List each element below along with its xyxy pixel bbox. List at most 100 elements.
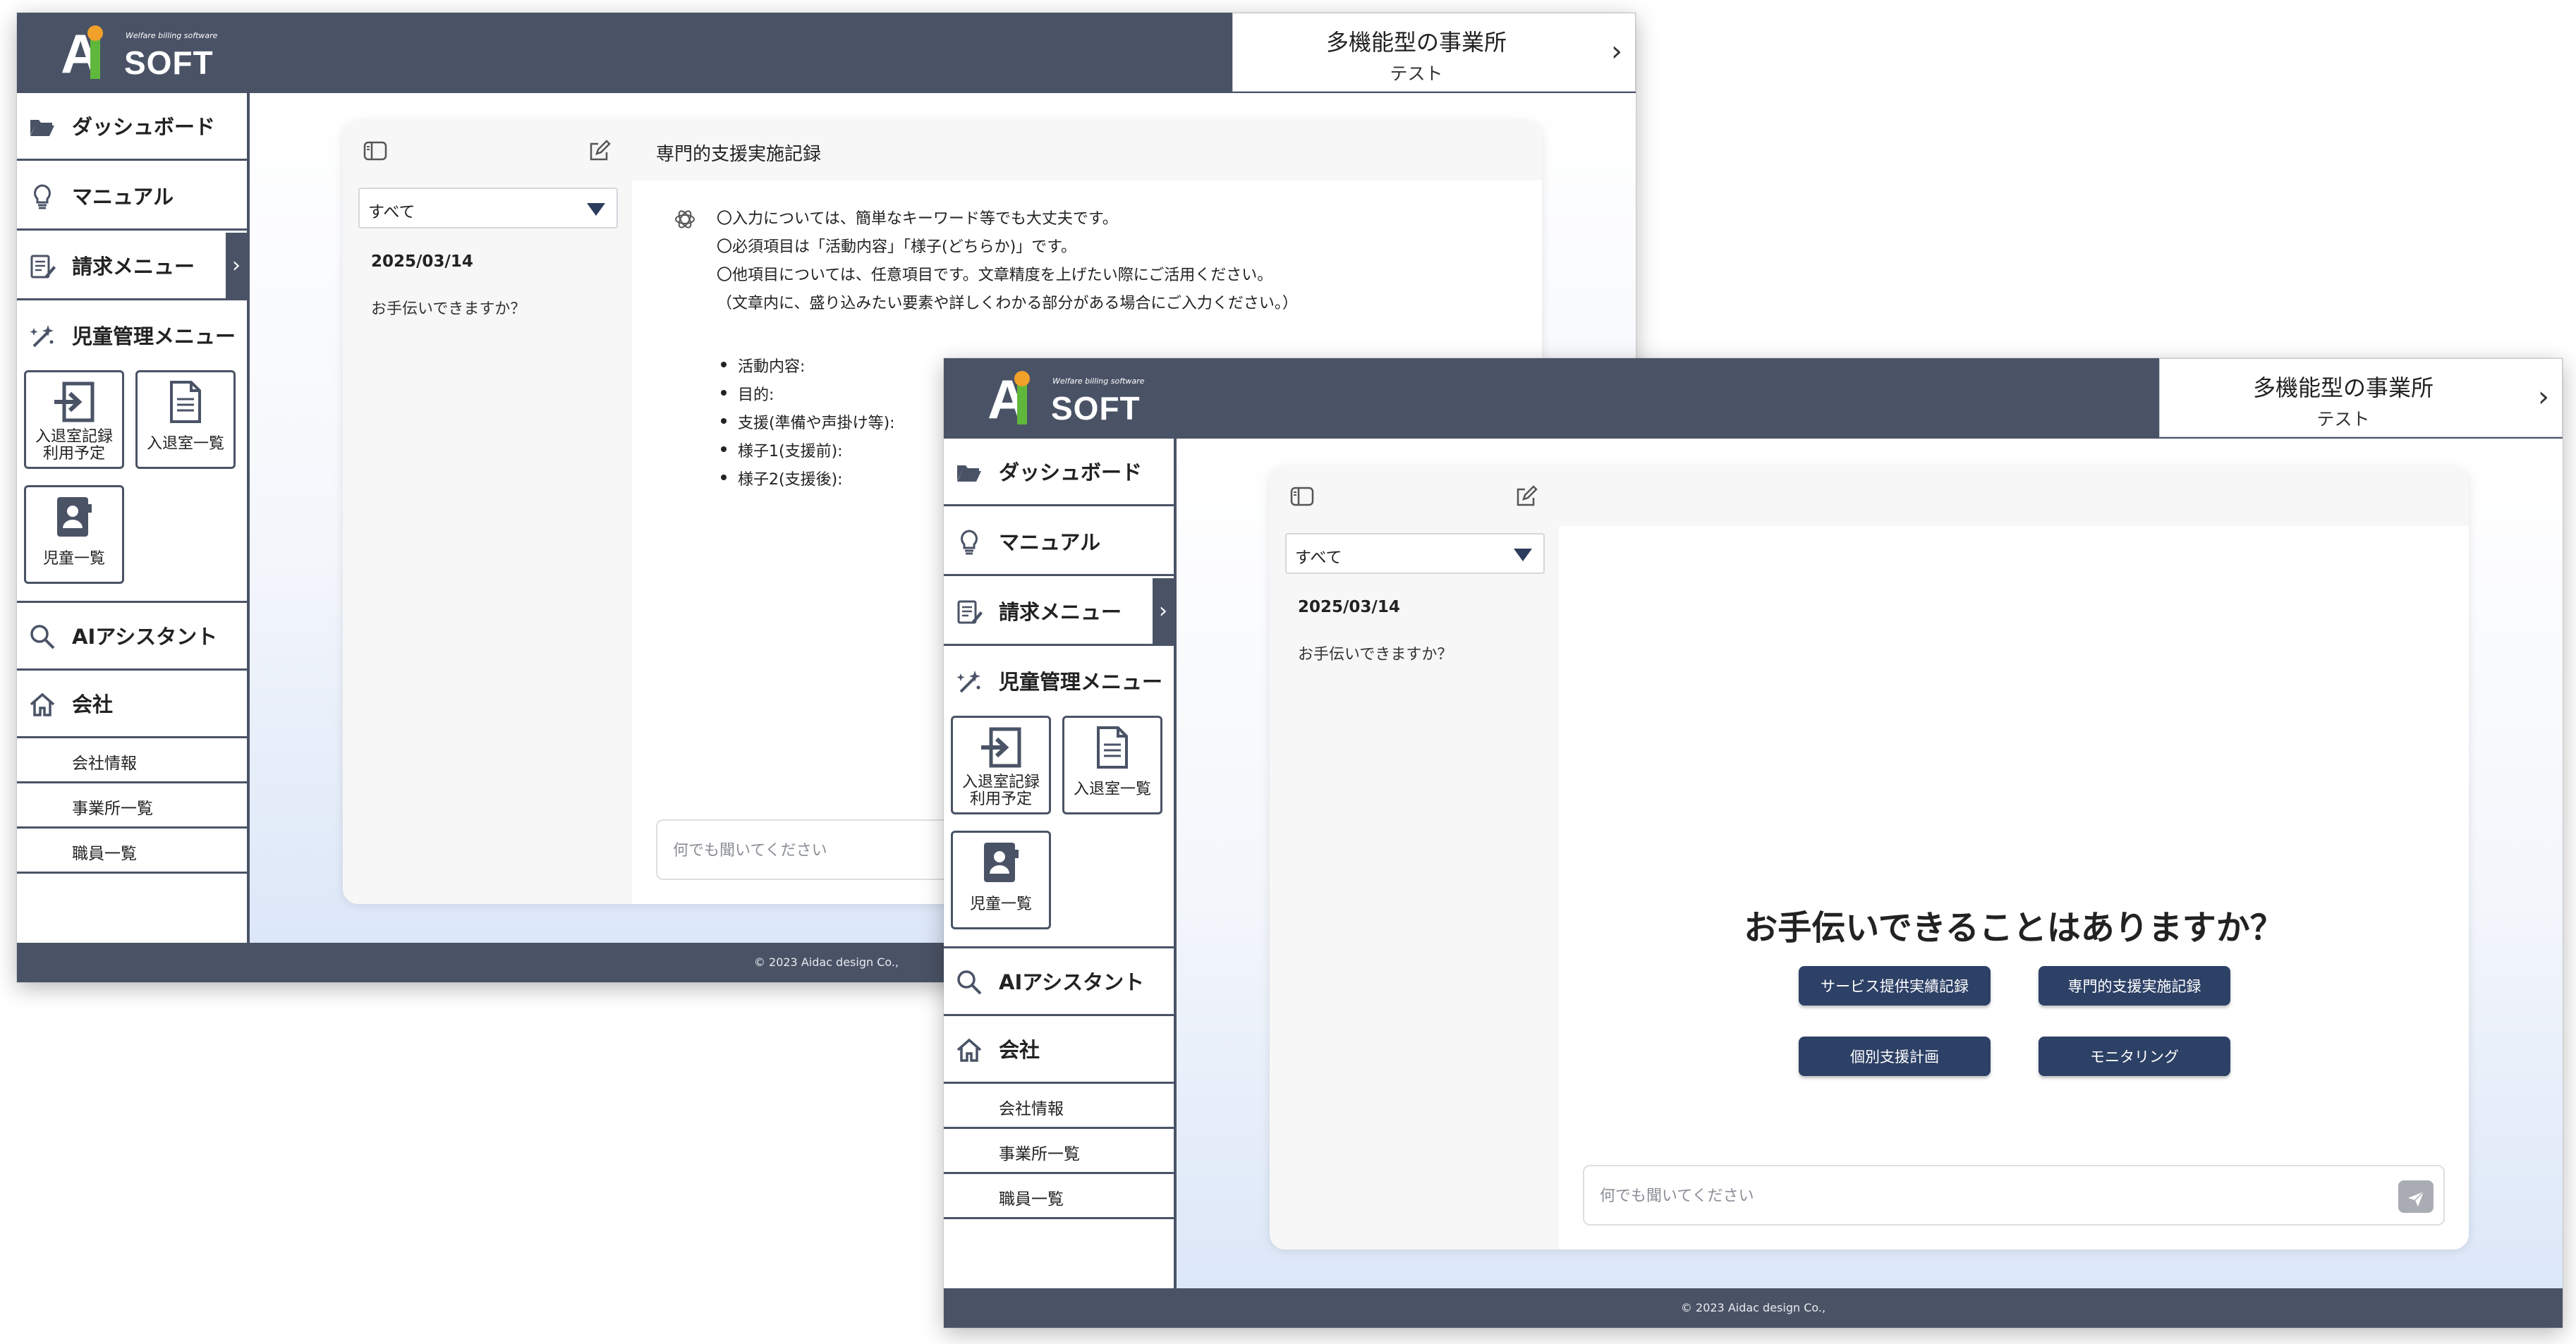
sidebar-item-label: 児童管理メニュー [999,670,1163,694]
chevron-right-icon[interactable]: › [226,233,247,298]
office-selector[interactable]: 多機能型の事業所 テスト › [1232,13,1636,92]
assistant-message-line: 〇入力については、簡単なキーワード等でも大丈夫です。 [717,210,1118,228]
ai-assistant-icon [673,207,697,231]
chat-topbar [1559,467,2469,526]
history-date: 2025/03/14 [1298,598,1400,616]
new-chat-edit-icon[interactable] [587,138,615,166]
app-logo[interactable]: A Welfare billing software SOFT [988,371,1144,427]
office-subtitle: テスト [1390,63,1443,84]
tile-attendance-record[interactable]: 入退室記録 利用予定 [24,370,124,469]
chat-input-box [1583,1165,2445,1226]
quick-button-specialized-support-record[interactable]: 専門的支援実施記録 [2039,966,2230,1006]
logo-wordmark: SOFT [1051,390,1141,427]
caret-down-icon [1514,549,1532,561]
chat-history-panel: すべて 2025/03/14 お手伝いできますか？ [1270,467,1559,1250]
contact-book-icon [953,838,1049,889]
enter-icon [953,723,1049,774]
history-filter-select[interactable]: すべて [1285,533,1545,574]
sidebar-item-company[interactable]: 会社 [944,1016,1174,1084]
history-filter-select[interactable]: すべて [358,188,618,228]
tile-attendance-record[interactable]: 入退室記録 利用予定 [951,716,1051,814]
tile-child-list[interactable]: 児童一覧 [24,485,124,584]
sidebar-item-dashboard[interactable]: ダッシュボード [17,93,247,161]
sidebar: ダッシュボード マニュアル 請求メニュー › 児童管理メニュー 入退室記録 利用予… [944,439,1177,1288]
lightbulb-icon [955,528,983,556]
sidebar-item-label: 請求メニュー [72,255,195,279]
sidebar-item-child-management[interactable]: 児童管理メニュー [944,648,1174,716]
office-selector[interactable]: 多機能型の事業所 テスト › [2159,358,2563,437]
logo-dot [1014,371,1030,386]
sidebar-item-label: ダッシュボード [999,460,1143,484]
lightbulb-icon [28,183,56,211]
caret-down-icon [587,203,605,216]
sidebar-toggle-icon[interactable] [363,138,391,166]
app-footer: © 2023 Aidac design Co., [944,1288,2563,1328]
search-icon [28,623,56,651]
send-icon [2406,1191,2426,1211]
tile-label-line1: 入退室記録 [961,774,1040,791]
sidebar-subitem-office-list[interactable]: 事業所一覧 [944,1129,1174,1174]
assistant-message-line: 〇必須項目は「活動内容」「様子(どちらか)」です。 [717,238,1076,256]
tile-label-line2: 利用予定 [969,790,1032,808]
office-subtitle: テスト [2316,409,2370,429]
sidebar-subitem-staff-list[interactable]: 職員一覧 [17,829,247,874]
tile-label-line2: 利用予定 [42,445,105,463]
sidebar-subitem-office-list[interactable]: 事業所一覧 [17,783,247,829]
chat-input[interactable] [1598,1182,2307,1210]
assistant-message-line: （文章内に、盛り込みたい要素や詳しくわかる部分がある場合にご入力ください。） [717,295,1298,312]
sidebar-toggle-icon[interactable] [1289,484,1318,512]
tile-label: 入退室一覧 [146,435,224,453]
document-icon [138,378,233,429]
sidebar-item-label: 児童管理メニュー [72,324,236,348]
logo-tagline: Welfare billing software [126,31,218,40]
quick-button-individual-support-plan[interactable]: 個別支援計画 [1799,1037,1991,1076]
invoice-edit-icon [955,598,983,626]
sidebar-item-child-management[interactable]: 児童管理メニュー [17,303,247,370]
app-logo[interactable]: A Welfare billing software SOFT [61,25,218,82]
tile-label: 入退室記録 利用予定 [953,774,1049,808]
quick-button-monitoring[interactable]: モニタリング [2039,1037,2230,1076]
sidebar-item-manual[interactable]: マニュアル [17,163,247,231]
sidebar-item-label: AIアシスタント [999,970,1145,994]
logo-i-stem [1017,384,1027,424]
folder-open-icon [955,458,983,487]
field-list-item: 目的: [720,382,774,405]
logo-wordmark: SOFT [124,44,214,81]
app-header: A Welfare billing software SOFT 多機能型の事業所… [944,358,2563,439]
sidebar-subitem-staff-list[interactable]: 職員一覧 [944,1174,1174,1219]
invoice-edit-icon [28,252,56,281]
tile-child-list[interactable]: 児童一覧 [951,831,1051,929]
sidebar-item-manual[interactable]: マニュアル [944,508,1174,576]
subitem-label: 会社情報 [999,1100,1064,1118]
select-value: すべて [1295,549,1342,567]
folder-open-icon [28,113,56,141]
field-list-item: 様子1(支援前): [721,439,843,461]
tile-label: 入退室一覧 [1073,781,1151,798]
sidebar-item-billing[interactable]: 請求メニュー › [944,578,1174,646]
sidebar-item-dashboard[interactable]: ダッシュボード [944,439,1174,506]
sidebar-subitem-company-info[interactable]: 会社情報 [944,1084,1174,1129]
sidebar-item-label: AIアシスタント [72,625,218,649]
history-item[interactable]: お手伝いできますか？ [371,296,525,319]
document-icon [1064,723,1160,774]
send-button[interactable] [2398,1180,2434,1213]
sidebar-item-label: 請求メニュー [999,600,1122,624]
assistant-message-line: 〇他項目については、任意項目です。文章精度を上げたい際にご活用ください。 [717,267,1273,284]
new-chat-edit-icon[interactable] [1514,484,1542,512]
field-list-item: 支援(準備や声掛け等): [721,410,895,433]
quick-button-service-record[interactable]: サービス提供実績記録 [1799,966,1991,1006]
chevron-right-icon[interactable]: › [1153,578,1174,644]
tile-attendance-list[interactable]: 入退室一覧 [135,370,236,469]
sidebar-item-company[interactable]: 会社 [17,671,247,738]
sidebar-item-label: 会社 [72,692,114,716]
sidebar-item-label: ダッシュボード [72,115,216,139]
sidebar-item-billing[interactable]: 請求メニュー › [17,233,247,300]
search-icon [955,968,983,996]
sidebar-subitem-company-info[interactable]: 会社情報 [17,738,247,783]
history-date: 2025/03/14 [371,252,473,271]
tile-attendance-list[interactable]: 入退室一覧 [1062,716,1162,814]
sidebar-item-ai-assistant[interactable]: AIアシスタント [944,946,1174,1016]
chat-title: 専門的支援実施記録 [656,144,822,165]
history-item[interactable]: お手伝いできますか？ [1298,642,1452,664]
sidebar-item-ai-assistant[interactable]: AIアシスタント [17,601,247,671]
